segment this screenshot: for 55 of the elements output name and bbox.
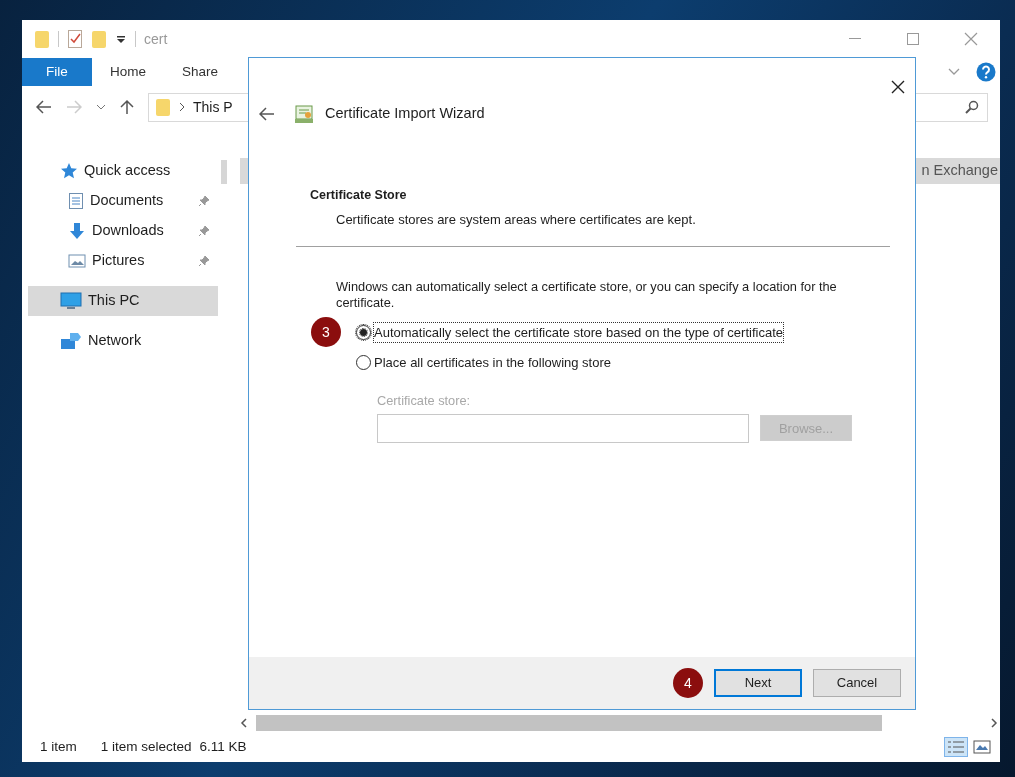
certificate-icon	[293, 103, 315, 125]
section-description: Certificate stores are system areas where certificates are kept.	[336, 210, 697, 229]
dropdown-icon[interactable]	[115, 33, 127, 45]
window-title: cert	[144, 29, 168, 49]
step-callout: 3	[311, 317, 341, 348]
nav-item[interactable]: Documents	[28, 186, 218, 216]
pictures-icon	[68, 253, 86, 269]
ribbon-tab[interactable]: Home	[92, 58, 164, 86]
minimize-icon	[849, 38, 861, 40]
radio-button[interactable]	[356, 324, 371, 340]
step-callout: 4	[673, 668, 703, 698]
chevron-icon[interactable]	[948, 68, 960, 76]
certificate-store-field[interactable]	[377, 414, 749, 444]
up-icon[interactable]	[120, 99, 134, 115]
scrollbar-thumb[interactable]	[221, 160, 227, 184]
nav-item[interactable]: This PC	[28, 286, 218, 316]
radio-option[interactable]: Automatically select the certificate store based on the type of certificate	[356, 322, 783, 342]
help-icon[interactable]	[976, 62, 996, 82]
section-title: Certificate Store	[310, 187, 408, 204]
scroll-left-icon[interactable]	[240, 718, 248, 728]
radio-option[interactable]: Place all certificates in the following store	[356, 352, 611, 372]
file-menu-tab[interactable]: File	[22, 58, 92, 86]
ribbon-tab[interactable]: Share	[164, 58, 237, 86]
nav-item[interactable]: Pictures	[28, 246, 218, 276]
chevron-icon[interactable]	[96, 104, 106, 110]
folder-icon	[155, 97, 171, 117]
close-icon	[964, 32, 978, 46]
back-icon[interactable]	[36, 100, 52, 114]
nav-item[interactable]: Downloads	[28, 216, 218, 246]
selection-size: 6.11 KB	[199, 737, 247, 756]
nav-item[interactable]: Network	[28, 326, 218, 356]
back-icon[interactable]	[259, 107, 275, 121]
search-icon	[965, 100, 979, 114]
network-icon	[60, 332, 82, 350]
nav-item[interactable]: Quick access	[28, 156, 218, 186]
cancel-button[interactable]: Cancel	[813, 669, 901, 697]
large-icons-view-icon[interactable]	[972, 737, 992, 757]
chevron-right-icon	[179, 102, 185, 112]
radio-button[interactable]	[356, 354, 371, 370]
selection-count: 1 item selected	[100, 737, 192, 756]
field-label: Certificate store:	[377, 392, 472, 411]
properties-icon[interactable]	[67, 29, 83, 49]
monitor-icon	[60, 292, 82, 310]
instruction-text: Windows can automatically select a certificate store, or you can specify a location for the certificate.	[336, 279, 838, 312]
close-icon[interactable]	[891, 80, 905, 94]
item-count: 1 item	[40, 737, 77, 756]
dialog-title: Certificate Import Wizard	[325, 104, 485, 124]
document-icon	[68, 192, 84, 210]
scroll-right-icon[interactable]	[990, 718, 998, 728]
star-icon	[60, 162, 78, 180]
scrollbar-thumb[interactable]	[256, 715, 882, 731]
address-path: This P	[193, 97, 233, 117]
maximize-icon	[907, 33, 919, 45]
download-icon	[68, 222, 86, 240]
next-button[interactable]: Next	[714, 669, 802, 697]
